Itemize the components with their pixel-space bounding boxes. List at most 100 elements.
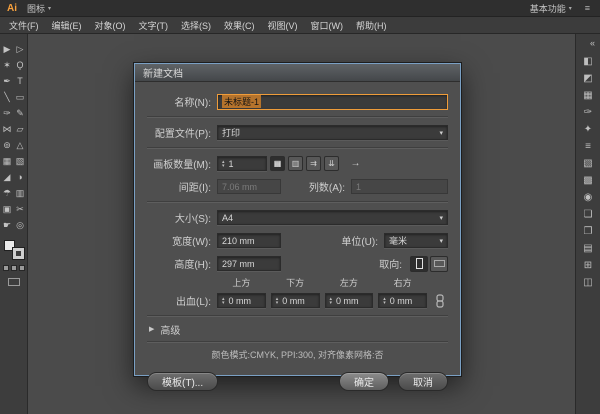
dialog-titlebar[interactable]: 新建文档: [135, 64, 460, 82]
advanced-label[interactable]: 高级: [160, 322, 180, 337]
menu-view[interactable]: 视图(V): [268, 19, 298, 32]
screen-mode-button[interactable]: [8, 278, 20, 286]
appbar-menu-icon[interactable]: ≡: [582, 3, 593, 13]
selection-tool-icon[interactable]: ▶: [1, 41, 14, 57]
stepper-arrows-icon[interactable]: ▴ ▾: [383, 297, 386, 305]
pen-tool-icon[interactable]: ✒: [1, 73, 14, 89]
template-button[interactable]: 模板(T)...: [147, 372, 218, 391]
column-graph-tool-icon[interactable]: ▥: [14, 185, 27, 201]
width-field[interactable]: 210 mm: [217, 233, 281, 248]
graphic-styles-panel-icon[interactable]: ❏: [580, 206, 597, 223]
bleed-top-field[interactable]: ▴ ▾ 0 mm: [217, 293, 266, 308]
app-left-menu[interactable]: 图标 ▾: [27, 2, 51, 15]
paintbrush-tool-icon[interactable]: ✑: [1, 105, 14, 121]
color-panel-icon[interactable]: ◧: [580, 53, 597, 70]
pathfinder-panel-icon[interactable]: ◫: [580, 274, 597, 291]
disclosure-triangle-icon[interactable]: ▶: [149, 325, 154, 333]
stepper-arrows-icon[interactable]: ▴ ▾: [222, 297, 225, 305]
size-dropdown[interactable]: A4 ▾: [217, 210, 448, 225]
grid-by-row-button[interactable]: ▦: [270, 156, 285, 171]
stepper-arrows-icon[interactable]: ▴ ▾: [222, 160, 225, 168]
artboard-tool-icon[interactable]: ▣: [1, 201, 14, 217]
grid-by-column-button[interactable]: ▥: [288, 156, 303, 171]
hand-tool-icon[interactable]: ☛: [1, 217, 14, 233]
advanced-row[interactable]: ▶ 高级: [147, 320, 448, 338]
type-tool-icon[interactable]: T: [14, 73, 27, 89]
width-tool-icon[interactable]: ⋈: [1, 121, 14, 137]
stroke-color-swatch[interactable]: [13, 248, 24, 259]
menu-file[interactable]: 文件(F): [9, 19, 39, 32]
blend-tool-icon[interactable]: ◑: [14, 169, 27, 185]
layout-direction-button[interactable]: →: [348, 156, 363, 171]
stepper-down-icon[interactable]: ▾: [383, 301, 386, 305]
bleed-bottom-field[interactable]: ▴ ▾ 0 mm: [271, 293, 320, 308]
slice-tool-icon[interactable]: ✂: [14, 201, 27, 217]
magic-wand-tool-icon[interactable]: ✶: [1, 57, 14, 73]
gradient-tool-icon[interactable]: ▧: [14, 153, 27, 169]
pencil-tool-icon[interactable]: ✎: [14, 105, 27, 121]
arrange-by-column-button[interactable]: ⇊: [324, 156, 339, 171]
gradient-panel-icon[interactable]: ▧: [580, 155, 597, 172]
menu-type[interactable]: 文字(T): [139, 19, 169, 32]
rectangle-tool-icon[interactable]: ▭: [14, 89, 27, 105]
transparency-panel-icon[interactable]: ▩: [580, 172, 597, 189]
shape-builder-tool-icon[interactable]: ⊚: [1, 137, 14, 153]
brushes-panel-icon[interactable]: ✑: [580, 104, 597, 121]
collapse-panels-button[interactable]: «: [590, 38, 600, 53]
menu-select[interactable]: 选择(S): [181, 19, 211, 32]
fill-stroke-widget[interactable]: [4, 240, 24, 259]
menu-help[interactable]: 帮助(H): [356, 19, 387, 32]
menu-object[interactable]: 对象(O): [95, 19, 126, 32]
units-dropdown[interactable]: 毫米 ▾: [384, 233, 448, 248]
zoom-tool-icon[interactable]: ◎: [14, 217, 27, 233]
profile-dropdown[interactable]: 打印 ▾: [217, 125, 448, 140]
document-info-text: 颜色模式:CMYK, PPI:300, 对齐像素网格:否: [211, 348, 383, 361]
profile-label: 配置文件(P):: [147, 125, 217, 140]
free-transform-tool-icon[interactable]: ▱: [14, 121, 27, 137]
orientation-portrait-button[interactable]: [410, 256, 428, 272]
mesh-tool-icon[interactable]: ▦: [1, 153, 14, 169]
link-bleed-values-button[interactable]: [432, 293, 448, 309]
color-guide-panel-icon[interactable]: ◩: [580, 70, 597, 87]
swatches-panel-icon[interactable]: ▦: [580, 87, 597, 104]
orientation-landscape-button[interactable]: [430, 256, 448, 272]
cancel-button[interactable]: 取消: [398, 372, 448, 391]
divider: [147, 116, 448, 118]
document-name-field[interactable]: 未标题-1: [217, 94, 448, 110]
menu-window[interactable]: 窗口(W): [311, 19, 344, 32]
menu-effect[interactable]: 效果(C): [224, 19, 255, 32]
direct-selection-tool-icon[interactable]: ▷: [14, 41, 27, 57]
bleed-left-field[interactable]: ▴ ▾ 0 mm: [325, 293, 374, 308]
appearance-panel-icon[interactable]: ◉: [580, 189, 597, 206]
stepper-down-icon[interactable]: ▾: [276, 301, 279, 305]
line-segment-tool-icon[interactable]: ╲: [1, 89, 14, 105]
menu-edit[interactable]: 编辑(E): [52, 19, 82, 32]
stepper-down-icon[interactable]: ▾: [222, 301, 225, 305]
stepper-arrows-icon[interactable]: ▴ ▾: [330, 297, 333, 305]
bleed-right-field[interactable]: ▴ ▾ 0 mm: [378, 293, 427, 308]
app-logo[interactable]: Ai: [7, 3, 17, 14]
lasso-tool-icon[interactable]: Ϙ: [14, 57, 27, 73]
perspective-grid-tool-icon[interactable]: △: [14, 137, 27, 153]
arrange-by-row-button[interactable]: ⇉: [306, 156, 321, 171]
height-field[interactable]: 297 mm: [217, 256, 281, 271]
eyedropper-tool-icon[interactable]: ◢: [1, 169, 14, 185]
symbols-panel-icon[interactable]: ✦: [580, 121, 597, 138]
stepper-arrows-icon[interactable]: ▴ ▾: [276, 297, 279, 305]
artboards-panel-icon[interactable]: ▤: [580, 240, 597, 257]
stepper-down-icon[interactable]: ▾: [222, 164, 225, 168]
align-panel-icon[interactable]: ⊞: [580, 257, 597, 274]
color-fill-button[interactable]: [3, 265, 9, 271]
dialog-buttons-row: 模板(T)... 确定 取消: [147, 372, 448, 391]
layers-panel-icon[interactable]: ❐: [580, 223, 597, 240]
workspace-switcher[interactable]: 基本功能 ▾: [530, 2, 572, 15]
stepper-down-icon[interactable]: ▾: [330, 301, 333, 305]
columns-value: 1: [356, 182, 361, 192]
artboard-count-field[interactable]: ▴ ▾ 1: [217, 156, 267, 171]
symbol-sprayer-tool-icon[interactable]: ☂: [1, 185, 14, 201]
gradient-fill-button[interactable]: [11, 265, 17, 271]
profile-row: 配置文件(P): 打印 ▾: [147, 122, 448, 143]
stroke-panel-icon[interactable]: ≡: [580, 138, 597, 155]
none-fill-button[interactable]: [19, 265, 25, 271]
ok-button[interactable]: 确定: [339, 372, 389, 391]
